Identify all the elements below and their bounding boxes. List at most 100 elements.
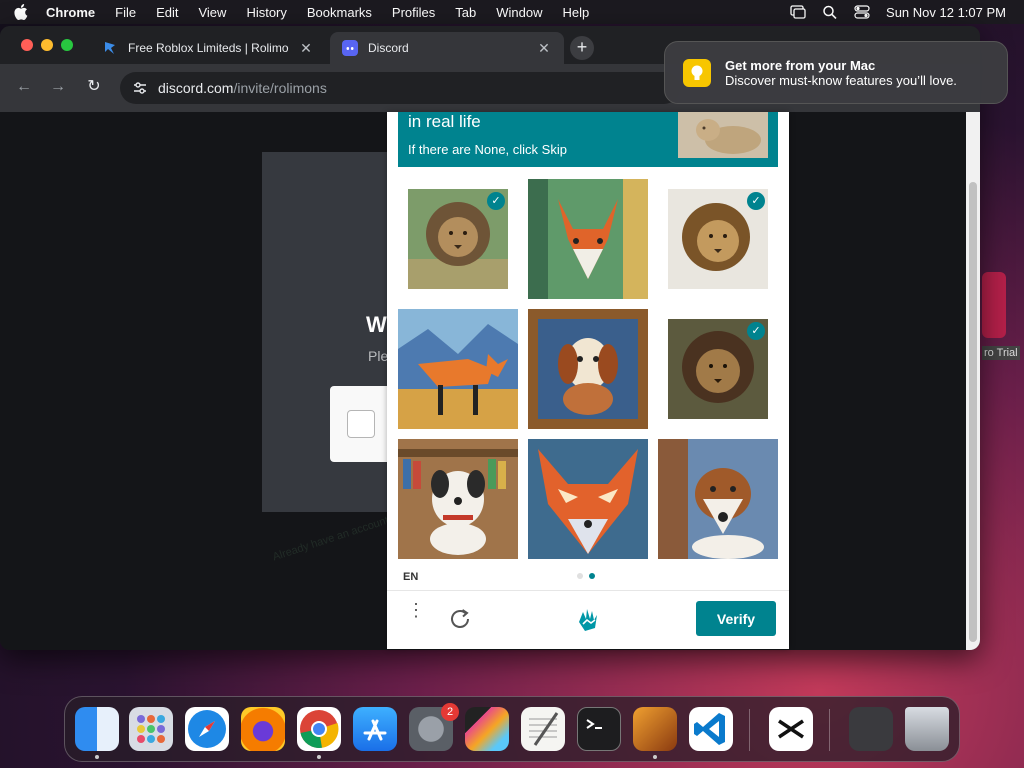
running-indicator <box>653 755 657 759</box>
vscode-icon[interactable] <box>689 707 733 751</box>
refresh-icon[interactable] <box>447 606 473 632</box>
bg-login-link: Already have an account? <box>271 512 396 564</box>
control-center-icon[interactable] <box>854 5 870 19</box>
garageband-icon[interactable] <box>633 707 677 751</box>
menu-app-name[interactable]: Chrome <box>46 5 95 20</box>
challenge-header: in real life If there are None, click Sk… <box>398 112 778 167</box>
app-store-icon[interactable] <box>353 707 397 751</box>
menu-history[interactable]: History <box>246 5 286 20</box>
back-icon[interactable]: ← <box>14 77 34 97</box>
dog-painting-image <box>528 309 648 429</box>
new-tab-button[interactable]: + <box>570 36 594 60</box>
menu-window[interactable]: Window <box>496 5 542 20</box>
site-settings-icon[interactable] <box>132 80 148 96</box>
notification-body: Discover must-know features you’ll love. <box>725 72 957 88</box>
close-tab-icon[interactable]: ✕ <box>536 40 552 57</box>
selected-check-icon: ✓ <box>487 192 505 210</box>
invite-subtitle: Ple <box>368 348 389 364</box>
reload-icon[interactable]: ↻ <box>84 77 104 97</box>
chrome-icon[interactable] <box>297 707 341 751</box>
capcut-icon[interactable] <box>769 707 813 751</box>
challenge-tile[interactable]: ✓ <box>658 179 778 299</box>
menu-clock[interactable]: Sun Nov 12 1:07 PM <box>886 5 1006 20</box>
dock: 2 <box>64 696 960 762</box>
menu-help[interactable]: Help <box>563 5 590 20</box>
final-cut-pro-icon[interactable] <box>465 707 509 751</box>
menu-profiles[interactable]: Profiles <box>392 5 435 20</box>
menu-file[interactable]: File <box>115 5 136 20</box>
selected-check-icon: ✓ <box>747 192 765 210</box>
page-dot <box>577 573 583 579</box>
challenge-hint: If there are None, click Skip <box>408 142 567 157</box>
page-scrollbar[interactable] <box>966 112 980 650</box>
dock-separator <box>749 709 750 751</box>
forward-icon[interactable]: → <box>48 77 68 97</box>
menu-tab[interactable]: Tab <box>455 5 476 20</box>
desktop-app-label: ro Trial <box>982 346 1020 360</box>
page-dot-active <box>589 573 595 579</box>
fox-painting-image <box>398 309 518 429</box>
tab-rolimons[interactable]: Free Roblox Limiteds | Rolimo ✕ <box>90 32 326 64</box>
mac-notification[interactable]: Get more from your Mac Discover must-kno… <box>664 41 1008 104</box>
apple-icon[interactable] <box>14 4 28 20</box>
downloads-stack-icon[interactable] <box>849 707 893 751</box>
page-indicator <box>577 573 595 579</box>
search-icon[interactable] <box>822 5 838 19</box>
running-indicator <box>317 755 321 759</box>
tips-lightbulb-icon <box>683 58 711 87</box>
close-window-button[interactable] <box>21 39 33 51</box>
firefox-icon[interactable] <box>241 707 285 751</box>
challenge-tile[interactable] <box>528 439 648 559</box>
challenge-tile[interactable] <box>398 309 518 429</box>
footer-divider <box>387 590 789 591</box>
tab-discord[interactable]: Discord ✕ <box>330 32 564 64</box>
scrollbar-thumb[interactable] <box>969 182 977 642</box>
textedit-icon[interactable] <box>521 707 565 751</box>
challenge-tile[interactable]: ✓ <box>398 179 518 299</box>
notification-title: Get more from your Mac <box>725 57 876 73</box>
challenge-tile[interactable] <box>528 179 648 299</box>
challenge-tile[interactable] <box>658 439 778 559</box>
menu-bar: Chrome File Edit View History Bookmarks … <box>0 0 1024 24</box>
running-indicator <box>95 755 99 759</box>
minimize-window-button[interactable] <box>41 39 53 51</box>
challenge-prompt: in real life <box>408 112 481 131</box>
zoom-window-button[interactable] <box>61 39 73 51</box>
screen-mirroring-icon[interactable] <box>790 5 806 19</box>
safari-icon[interactable] <box>185 707 229 751</box>
invite-title: W <box>366 312 387 337</box>
captcha-checkbox[interactable] <box>347 410 375 438</box>
menu-edit[interactable]: Edit <box>156 5 178 20</box>
close-tab-icon[interactable]: ✕ <box>298 40 314 57</box>
dock-separator <box>829 709 830 751</box>
challenge-tile[interactable]: ✓ <box>658 309 778 429</box>
language-selector[interactable]: EN <box>403 571 418 583</box>
example-image <box>678 112 768 158</box>
captcha-challenge: in real life If there are None, click Sk… <box>387 112 789 649</box>
desktop-app-icon[interactable] <box>982 272 1006 338</box>
challenge-tile[interactable] <box>528 309 648 429</box>
discord-icon <box>342 40 358 56</box>
challenge-tile[interactable] <box>398 439 518 559</box>
tab-title: Discord <box>368 41 409 55</box>
tab-title: Free Roblox Limiteds | Rolimo <box>128 41 289 55</box>
fox-painting-image <box>528 439 648 559</box>
finder-icon[interactable] <box>75 707 119 751</box>
menu-bookmarks[interactable]: Bookmarks <box>307 5 372 20</box>
selected-check-icon: ✓ <box>747 322 765 340</box>
url-path: /invite/rolimons <box>233 80 327 96</box>
dog-painting-image <box>658 439 778 559</box>
challenge-grid: ✓ ✓ ✓ <box>398 179 778 559</box>
url-host: discord.com <box>158 80 234 96</box>
terminal-icon[interactable] <box>577 707 621 751</box>
notification-badge: 2 <box>441 703 459 721</box>
hcaptcha-logo-icon[interactable] <box>571 602 605 636</box>
launchpad-icon[interactable] <box>129 707 173 751</box>
verify-button[interactable]: Verify <box>696 601 776 636</box>
more-options-icon[interactable]: ⋮ <box>407 601 425 630</box>
menu-view[interactable]: View <box>198 5 226 20</box>
dog-painting-image <box>398 439 518 559</box>
trash-icon[interactable] <box>905 707 949 751</box>
address-bar[interactable]: discord.com/invite/rolimons <box>120 72 680 104</box>
fox-painting-image <box>528 179 648 299</box>
